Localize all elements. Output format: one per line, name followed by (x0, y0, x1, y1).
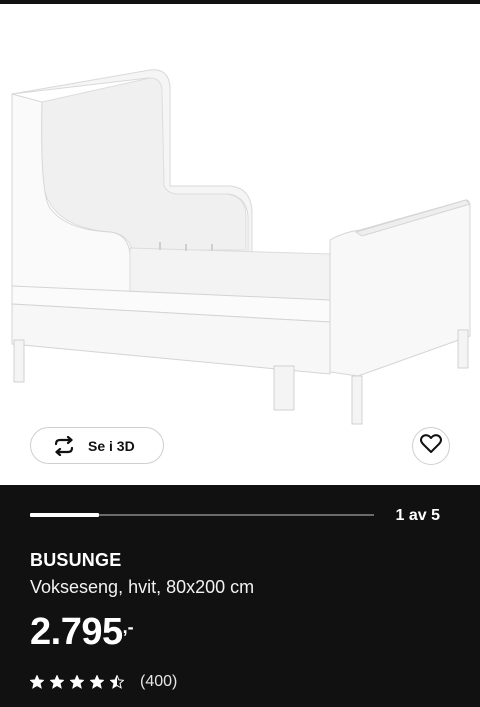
star-icon (90, 675, 104, 689)
heart-icon (420, 433, 442, 459)
product-description: Vokseseng, hvit, 80x200 cm (30, 577, 255, 597)
rating-stars (30, 675, 130, 689)
gallery-page-counter: 1 av 5 (395, 507, 440, 524)
gallery-progress-fill (30, 513, 99, 517)
favourite-button[interactable] (412, 427, 450, 465)
star-icon (30, 675, 44, 689)
product-image-gallery[interactable]: Se i 3D (0, 4, 480, 485)
product-image (11, 69, 471, 425)
product-price: 2.795 ,- (30, 609, 134, 655)
product-name[interactable]: BUSUNGE (30, 550, 121, 571)
review-count: (400) (140, 673, 178, 690)
price-suffix: ,- (122, 617, 134, 637)
star-icon (50, 675, 64, 689)
rotate-arrows-icon (51, 435, 77, 457)
view-in-3d-button[interactable]: Se i 3D (30, 427, 164, 464)
product-page: Se i 3D 1 av 5 BUSUNGE Vokseseng, hvit, … (0, 0, 480, 707)
product-info-panel: 1 av 5 BUSUNGE Vokseseng, hvit, 80x200 c… (0, 485, 480, 707)
star-icon (110, 675, 124, 689)
product-rating[interactable]: (400) (30, 673, 177, 691)
gallery-progress-track (30, 513, 374, 517)
price-amount: 2.795 (30, 611, 123, 653)
star-icon (70, 675, 84, 689)
view-in-3d-label: Se i 3D (88, 437, 135, 454)
